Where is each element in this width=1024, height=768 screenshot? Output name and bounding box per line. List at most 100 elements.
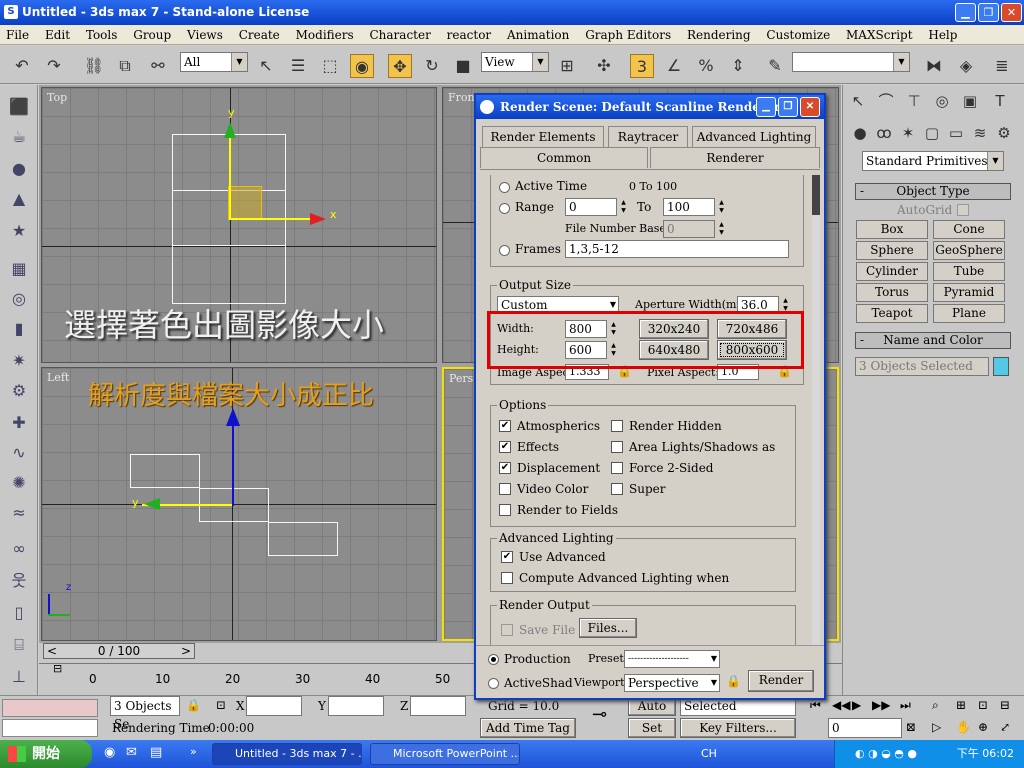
viewport-top-label[interactable]: Top (47, 91, 67, 104)
systems-icon[interactable]: ⚙ (993, 122, 1015, 144)
select-object-icon[interactable]: ↖ (254, 54, 278, 78)
sphere-button[interactable]: Sphere (856, 241, 928, 260)
create-teapot-icon[interactable]: ☕ (7, 125, 31, 149)
hierarchy-tab-icon[interactable]: ⊤ (903, 90, 925, 112)
active-time-radio[interactable] (499, 182, 510, 193)
category-dropdown[interactable]: Standard Primitives ▼ (862, 151, 1004, 171)
create-checker-icon[interactable]: ▦ (7, 257, 31, 281)
menu-graph-editors[interactable]: Graph Editors (579, 25, 677, 45)
files-button[interactable]: Files... (579, 618, 637, 638)
create-door-icon[interactable]: ▯ (7, 601, 31, 625)
minimize-button[interactable]: ▁ (955, 3, 976, 22)
go-to-end-icon[interactable]: ⏭ (900, 698, 911, 713)
geometry-icon[interactable]: ● (849, 122, 871, 144)
snap-toggle-icon[interactable]: 3 (630, 54, 654, 78)
y-coord-field[interactable] (328, 696, 384, 716)
tab-raytracer[interactable]: Raytracer (608, 126, 688, 147)
absolute-mode-icon[interactable]: ⊡ (216, 698, 226, 712)
menu-create[interactable]: Create (233, 25, 286, 45)
quicklaunch-icon-2[interactable]: ✉ (126, 745, 137, 760)
menu-tools[interactable]: Tools (80, 25, 124, 45)
named-selection-dropdown[interactable]: ▼ (792, 52, 910, 72)
motion-tab-icon[interactable]: ◎ (931, 90, 953, 112)
bind-spacewarp-icon[interactable]: ⚯ (146, 54, 170, 78)
spinner-snap-icon[interactable]: ⇕ (726, 54, 750, 78)
create-helper-icon[interactable]: ✚ (7, 411, 31, 435)
menu-modifiers[interactable]: Modifiers (290, 25, 360, 45)
dialog-maximize-button[interactable]: ❐ (778, 97, 798, 117)
pivot-icon[interactable]: ⊞ (555, 54, 579, 78)
box-button[interactable]: Box (856, 220, 928, 239)
menu-reactor[interactable]: reactor (441, 25, 498, 45)
play-icon[interactable]: ▶ (852, 698, 861, 712)
next-frame-icon[interactable]: ▶▶ (872, 698, 890, 712)
torus-button[interactable]: Torus (856, 283, 928, 302)
gizmo-x-axis[interactable] (230, 218, 310, 220)
effects-checkbox[interactable]: ✔ (499, 441, 511, 453)
create-wave-icon[interactable]: ≈ (7, 501, 31, 525)
zoom-all-icon[interactable]: ⊞ (956, 698, 966, 712)
range-from-spinner[interactable]: ▲ ▼ (619, 199, 628, 215)
redo-icon[interactable]: ↷ (42, 54, 66, 78)
orbit-icon[interactable]: ⊕ (978, 720, 988, 734)
frames-radio[interactable] (499, 245, 510, 256)
menu-views[interactable]: Views (181, 25, 229, 45)
menu-rendering[interactable]: Rendering (681, 25, 757, 45)
displacement-checkbox[interactable]: ✔ (499, 462, 511, 474)
maxscript-listener-mini-2[interactable] (2, 719, 98, 737)
create-knot-icon[interactable]: ∞ (7, 537, 31, 561)
create-particle-icon[interactable]: ✺ (7, 471, 31, 495)
select-move-icon[interactable]: ✥ (388, 54, 412, 78)
object-name-field[interactable]: 3 Objects Selected (855, 357, 989, 376)
rect-region-icon[interactable]: ⬚ (318, 54, 342, 78)
pyramid-button[interactable]: Pyramid (933, 283, 1005, 302)
cylinder-button[interactable]: Cylinder (856, 262, 928, 281)
prev-frame-icon[interactable]: ◀◀ (832, 698, 850, 712)
render-hidden-checkbox[interactable] (611, 420, 623, 432)
quicklaunch-icon-1[interactable]: ◉ (104, 745, 115, 760)
current-frame-field[interactable]: 0 (828, 718, 902, 738)
align-icon[interactable]: ◈ (954, 54, 978, 78)
menu-customize[interactable]: Customize (760, 25, 836, 45)
menu-file[interactable]: File (0, 25, 35, 45)
close-button[interactable]: ✕ (1001, 3, 1022, 22)
dialog-close-button[interactable]: ✕ (800, 97, 820, 117)
dialog-scrollbar-thumb[interactable] (812, 175, 820, 215)
set-key-button[interactable]: Set Key (628, 718, 676, 753)
pan-icon[interactable]: ✋ (956, 720, 971, 734)
menu-maxscript[interactable]: MAXScript (840, 25, 919, 45)
autogrid-checkbox[interactable] (957, 204, 969, 216)
unlink-icon[interactable]: ⧉ (113, 54, 137, 78)
curve-editor-icon[interactable]: ⊟ (53, 662, 81, 676)
select-link-icon[interactable]: ⛓ (82, 54, 106, 78)
reference-coord-dropdown[interactable]: View ▼ (481, 52, 549, 72)
file-number-base-spinner[interactable]: ▲ ▼ (717, 221, 726, 237)
menu-help[interactable]: Help (922, 25, 963, 45)
zoom-extents-icon[interactable]: ⊡ (978, 698, 988, 712)
percent-snap-icon[interactable]: % (694, 54, 718, 78)
cone-button[interactable]: Cone (933, 220, 1005, 239)
save-file-checkbox[interactable] (501, 624, 513, 636)
menu-group[interactable]: Group (127, 25, 177, 45)
gizmo-y-axis[interactable] (229, 136, 231, 220)
create-cylinder-icon[interactable]: ▮ (7, 317, 31, 341)
selection-filter-dropdown[interactable]: All ▼ (180, 52, 248, 72)
preset-dropdown[interactable]: -------------------- ▼ (624, 650, 720, 668)
create-sphere-icon[interactable]: ● (7, 157, 31, 181)
tab-advanced-lighting[interactable]: Advanced Lighting (692, 126, 816, 147)
create-torus-icon[interactable]: ◎ (7, 287, 31, 311)
window-crossing-icon[interactable]: ◉ (350, 54, 374, 78)
quicklaunch-more-icon[interactable]: » (190, 745, 197, 758)
geosphere-button[interactable]: GeoSphere (933, 241, 1005, 260)
video-color-checkbox[interactable] (499, 483, 511, 495)
box-object-left-3[interactable] (268, 522, 338, 556)
box-object-left-1[interactable] (130, 454, 200, 488)
maximize-viewport-icon[interactable]: ⤢ (1000, 720, 1010, 734)
gizmo-plane[interactable] (228, 186, 262, 220)
compute-advanced-checkbox[interactable] (501, 572, 513, 584)
select-by-name-icon[interactable]: ☰ (286, 54, 310, 78)
production-radio[interactable] (488, 654, 499, 665)
viewport-left-label[interactable]: Left (47, 371, 69, 384)
x-coord-field[interactable] (246, 696, 302, 716)
gizmo-y-arrow[interactable] (224, 122, 236, 138)
